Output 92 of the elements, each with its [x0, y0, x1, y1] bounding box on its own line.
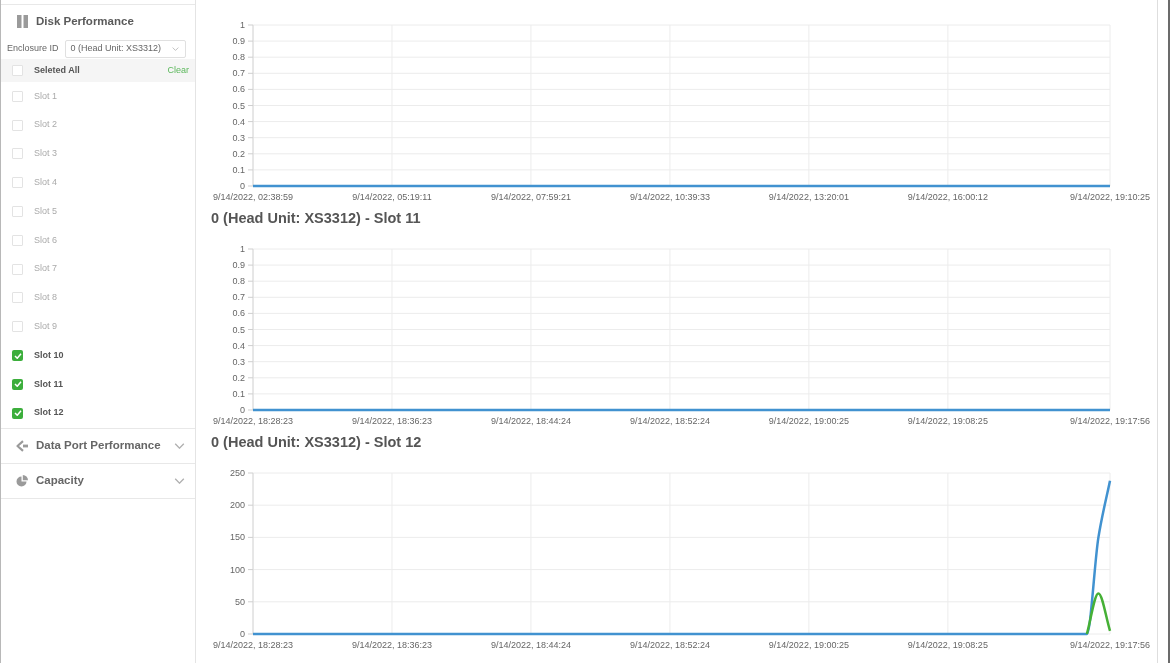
y-tick-label: 1: [240, 20, 245, 30]
y-tick-label: 0.4: [232, 116, 245, 127]
x-tick-label: 9/14/2022, 19:08:25: [907, 416, 988, 426]
slot-label[interactable]: Slot 6: [34, 233, 57, 248]
x-tick-label: 9/14/2022, 18:52:24: [629, 416, 710, 426]
checkbox[interactable]: [12, 234, 23, 246]
x-tick-label: 9/14/2022, 19:00:25: [768, 640, 849, 650]
x-tick-label: 9/14/2022, 18:28:23: [212, 640, 294, 650]
chevron-down-icon: [174, 442, 185, 449]
y-tick-label: 150: [229, 532, 245, 543]
check-icon: [13, 352, 22, 359]
check-icon: [13, 410, 22, 417]
y-tick-label: 200: [229, 500, 245, 511]
x-tick-label: 9/14/2022, 02:38:59: [212, 192, 294, 202]
y-tick-label: 0.6: [232, 84, 245, 95]
section-header[interactable]: Data Port Performance: [1, 428, 195, 463]
y-tick-label: 0.3: [232, 132, 245, 143]
y-tick-label: 0.8: [232, 276, 245, 287]
y-tick-label: 0.1: [232, 388, 245, 399]
y-tick-label: 0.8: [232, 52, 245, 63]
y-tick-label: 0.6: [232, 308, 245, 319]
slot-label[interactable]: Slot 3: [34, 147, 57, 161]
checkbox[interactable]: [12, 407, 23, 419]
y-tick-label: 0.9: [232, 36, 245, 47]
slot-label[interactable]: Slot 12: [34, 406, 64, 420]
y-tick-label: 0.3: [232, 356, 245, 367]
x-tick-label: 9/14/2022, 19:08:25: [907, 640, 988, 650]
y-tick-label: 50: [235, 596, 245, 607]
slot-label[interactable]: Slot 9: [34, 320, 57, 334]
x-tick-label: 9/14/2022, 18:44:24: [490, 640, 571, 650]
columns-icon: [16, 15, 28, 28]
y-tick-label: 0.4: [232, 340, 245, 351]
checkbox[interactable]: [12, 263, 23, 275]
checkbox[interactable]: [12, 148, 23, 160]
section-header[interactable]: Capacity: [1, 463, 195, 498]
enclosure-select[interactable]: 0 (Head Unit: XS3312): [64, 39, 186, 58]
x-tick-label: 9/14/2022, 07:59:21: [490, 192, 571, 202]
chart-title: 0 (Head Unit: XS3312) - Slot 11: [210, 209, 422, 228]
x-tick-label: 9/14/2022, 18:36:23: [351, 640, 432, 650]
x-tick-label: 9/14/2022, 13:20:01: [768, 192, 849, 202]
slot-label[interactable]: Slot 8: [34, 291, 57, 305]
select-all-label[interactable]: Seleted All: [34, 63, 80, 78]
y-tick-label: 0.1: [232, 164, 245, 175]
enclosure-label: Enclosure ID: [7, 41, 59, 55]
y-tick-label: 100: [229, 564, 245, 575]
y-tick-label: 0.2: [232, 148, 245, 159]
pie-chart-icon: [16, 474, 28, 487]
x-tick-label: 9/14/2022, 18:52:24: [629, 640, 710, 650]
y-tick-label: 0.2: [232, 372, 245, 383]
y-tick-label: 0.7: [232, 68, 245, 79]
chart-title: 0 (Head Unit: XS3312) - Slot 12: [210, 433, 423, 452]
check-icon: [13, 381, 22, 388]
y-tick-label: 0: [240, 181, 245, 191]
y-tick-label: 0.5: [232, 324, 245, 335]
y-tick-label: 0.7: [232, 292, 245, 303]
checkbox[interactable]: [12, 350, 23, 362]
checkbox[interactable]: [12, 206, 23, 218]
slot-label[interactable]: Slot 2: [34, 118, 57, 132]
checkbox[interactable]: [12, 90, 23, 102]
checkbox[interactable]: [12, 378, 23, 390]
checkbox[interactable]: [12, 119, 23, 131]
slot-label[interactable]: Slot 5: [34, 204, 57, 219]
x-tick-label: 9/14/2022, 19:00:25: [768, 416, 849, 426]
y-tick-label: 0.9: [232, 260, 245, 271]
y-tick-label: 1: [240, 244, 245, 254]
checkbox[interactable]: [12, 321, 23, 333]
x-tick-label: 9/14/2022, 19:17:56: [1069, 416, 1151, 426]
slot-label[interactable]: Slot 7: [34, 262, 57, 276]
y-tick-label: 0: [240, 629, 245, 639]
x-tick-label: 9/14/2022, 10:39:33: [629, 192, 710, 202]
slot-label[interactable]: Slot 1: [34, 89, 57, 104]
x-tick-label: 9/14/2022, 18:44:24: [490, 416, 571, 426]
clear-link[interactable]: Clear: [167, 63, 189, 78]
checkbox[interactable]: [12, 177, 23, 189]
slot-label[interactable]: Slot 11: [34, 377, 63, 392]
x-tick-label: 9/14/2022, 19:10:25: [1069, 192, 1151, 202]
angle-bracket-icon: [16, 439, 28, 452]
x-tick-label: 9/14/2022, 05:19:11: [352, 192, 432, 202]
chevron-down-icon: [174, 477, 185, 484]
slot-label[interactable]: Slot 4: [34, 176, 57, 190]
x-tick-label: 9/14/2022, 16:00:12: [907, 192, 988, 202]
chevron-down-icon: [171, 46, 179, 51]
x-tick-label: 9/14/2022, 18:36:23: [351, 416, 432, 426]
y-tick-label: 0.5: [232, 100, 245, 111]
checkbox[interactable]: [12, 292, 23, 304]
section-header[interactable]: Disk Performance: [1, 5, 195, 38]
y-tick-label: 250: [229, 468, 245, 478]
x-tick-label: 9/14/2022, 19:17:56: [1069, 640, 1151, 650]
x-tick-label: 9/14/2022, 18:28:23: [212, 416, 294, 426]
y-tick-label: 0: [240, 405, 245, 415]
checkbox[interactable]: [12, 65, 23, 76]
slot-label[interactable]: Slot 10: [34, 348, 64, 363]
